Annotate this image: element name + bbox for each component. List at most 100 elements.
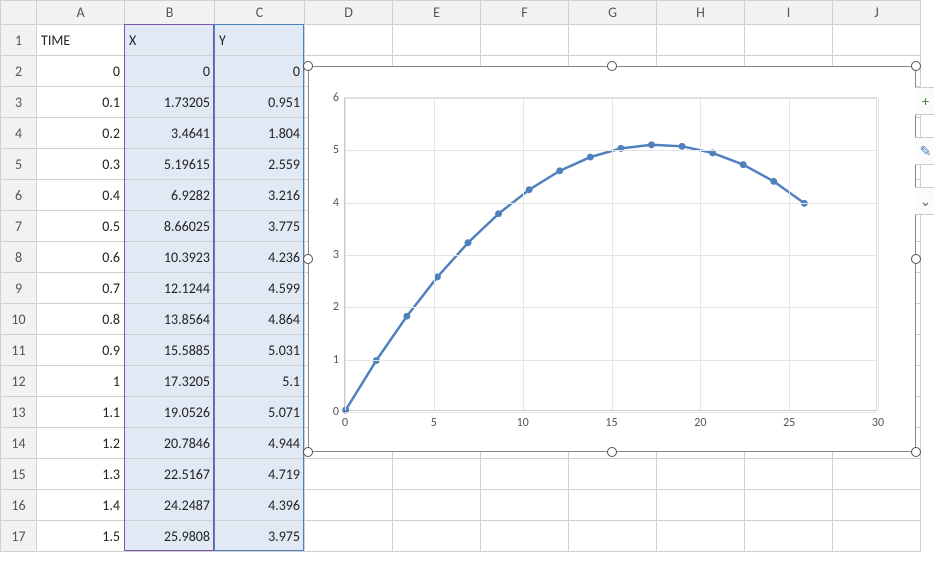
cell-C2[interactable]: 0: [215, 56, 305, 87]
column-header-D[interactable]: D: [305, 1, 393, 25]
column-header-J[interactable]: J: [833, 1, 921, 25]
row-header-14[interactable]: 14: [1, 428, 37, 459]
chart-styles-button[interactable]: ✎: [915, 137, 934, 165]
resize-handle-tm[interactable]: [607, 61, 617, 71]
cell-C14[interactable]: 4.944: [215, 428, 305, 459]
column-header-F[interactable]: F: [481, 1, 569, 25]
cell-I1[interactable]: [745, 25, 833, 56]
row-header-17[interactable]: 17: [1, 521, 37, 552]
cell-J1[interactable]: [833, 25, 921, 56]
select-all-corner[interactable]: [1, 1, 37, 25]
cell-B16[interactable]: 24.2487: [125, 490, 215, 521]
cell-D1[interactable]: [305, 25, 393, 56]
cell-B6[interactable]: 6.9282: [125, 180, 215, 211]
cell-G15[interactable]: [569, 459, 657, 490]
cell-C15[interactable]: 4.719: [215, 459, 305, 490]
cell-C6[interactable]: 3.216: [215, 180, 305, 211]
cell-A17[interactable]: 1.5: [37, 521, 125, 552]
cell-A15[interactable]: 1.3: [37, 459, 125, 490]
cell-J17[interactable]: [833, 521, 921, 552]
cell-E16[interactable]: [393, 490, 481, 521]
cell-C13[interactable]: 5.071: [215, 397, 305, 428]
resize-handle-bl[interactable]: [303, 447, 313, 457]
cell-A10[interactable]: 0.8: [37, 304, 125, 335]
column-header-E[interactable]: E: [393, 1, 481, 25]
row-header-13[interactable]: 13: [1, 397, 37, 428]
chart-plus-button[interactable]: +: [915, 87, 934, 115]
cell-C11[interactable]: 5.031: [215, 335, 305, 366]
row-header-6[interactable]: 6: [1, 180, 37, 211]
row-header-10[interactable]: 10: [1, 304, 37, 335]
cell-E1[interactable]: [393, 25, 481, 56]
column-header-G[interactable]: G: [569, 1, 657, 25]
cell-A14[interactable]: 1.2: [37, 428, 125, 459]
resize-handle-bm[interactable]: [607, 447, 617, 457]
cell-J16[interactable]: [833, 490, 921, 521]
row-header-1[interactable]: 1: [1, 25, 37, 56]
column-header-B[interactable]: B: [125, 1, 215, 25]
cell-B3[interactable]: 1.73205: [125, 87, 215, 118]
cell-A2[interactable]: 0: [37, 56, 125, 87]
cell-C4[interactable]: 1.804: [215, 118, 305, 149]
cell-I15[interactable]: [745, 459, 833, 490]
cell-C3[interactable]: 0.951: [215, 87, 305, 118]
cell-F16[interactable]: [481, 490, 569, 521]
cell-C12[interactable]: 5.1: [215, 366, 305, 397]
cell-C10[interactable]: 4.864: [215, 304, 305, 335]
cell-A12[interactable]: 1: [37, 366, 125, 397]
row-header-11[interactable]: 11: [1, 335, 37, 366]
cell-B7[interactable]: 8.66025: [125, 211, 215, 242]
cell-C17[interactable]: 3.975: [215, 521, 305, 552]
cell-B9[interactable]: 12.1244: [125, 273, 215, 304]
row-header-7[interactable]: 7: [1, 211, 37, 242]
cell-I17[interactable]: [745, 521, 833, 552]
cell-C1[interactable]: Y: [215, 25, 305, 56]
resize-handle-tl[interactable]: [303, 61, 313, 71]
cell-H16[interactable]: [657, 490, 745, 521]
row-header-16[interactable]: 16: [1, 490, 37, 521]
cell-G16[interactable]: [569, 490, 657, 521]
cell-A16[interactable]: 1.4: [37, 490, 125, 521]
cell-C9[interactable]: 4.599: [215, 273, 305, 304]
cell-D15[interactable]: [305, 459, 393, 490]
chart-filter-button[interactable]: ⌄: [915, 187, 934, 215]
cell-B17[interactable]: 25.9808: [125, 521, 215, 552]
cell-A1[interactable]: TIME: [37, 25, 125, 56]
resize-handle-br[interactable]: [911, 447, 921, 457]
row-header-12[interactable]: 12: [1, 366, 37, 397]
row-header-4[interactable]: 4: [1, 118, 37, 149]
chart-object[interactable]: 0123456051015202530 + ✎ ⌄: [308, 66, 916, 452]
cell-B1[interactable]: X: [125, 25, 215, 56]
cell-B13[interactable]: 19.0526: [125, 397, 215, 428]
cell-A3[interactable]: 0.1: [37, 87, 125, 118]
cell-C5[interactable]: 2.559: [215, 149, 305, 180]
resize-handle-tr[interactable]: [911, 61, 921, 71]
cell-H17[interactable]: [657, 521, 745, 552]
cell-B12[interactable]: 17.3205: [125, 366, 215, 397]
cell-F1[interactable]: [481, 25, 569, 56]
row-header-5[interactable]: 5: [1, 149, 37, 180]
cell-B15[interactable]: 22.5167: [125, 459, 215, 490]
cell-E15[interactable]: [393, 459, 481, 490]
cell-B10[interactable]: 13.8564: [125, 304, 215, 335]
cell-A11[interactable]: 0.9: [37, 335, 125, 366]
cell-B11[interactable]: 15.5885: [125, 335, 215, 366]
cell-A13[interactable]: 1.1: [37, 397, 125, 428]
chart-plot-area[interactable]: 0123456051015202530: [344, 97, 877, 411]
cell-D17[interactable]: [305, 521, 393, 552]
row-header-3[interactable]: 3: [1, 87, 37, 118]
cell-B4[interactable]: 3.4641: [125, 118, 215, 149]
cell-G17[interactable]: [569, 521, 657, 552]
row-header-15[interactable]: 15: [1, 459, 37, 490]
cell-A4[interactable]: 0.2: [37, 118, 125, 149]
cell-B5[interactable]: 5.19615: [125, 149, 215, 180]
cell-H1[interactable]: [657, 25, 745, 56]
resize-handle-mr[interactable]: [911, 254, 921, 264]
cell-F15[interactable]: [481, 459, 569, 490]
cell-D16[interactable]: [305, 490, 393, 521]
cell-A7[interactable]: 0.5: [37, 211, 125, 242]
cell-H15[interactable]: [657, 459, 745, 490]
row-header-2[interactable]: 2: [1, 56, 37, 87]
cell-A6[interactable]: 0.4: [37, 180, 125, 211]
row-header-8[interactable]: 8: [1, 242, 37, 273]
